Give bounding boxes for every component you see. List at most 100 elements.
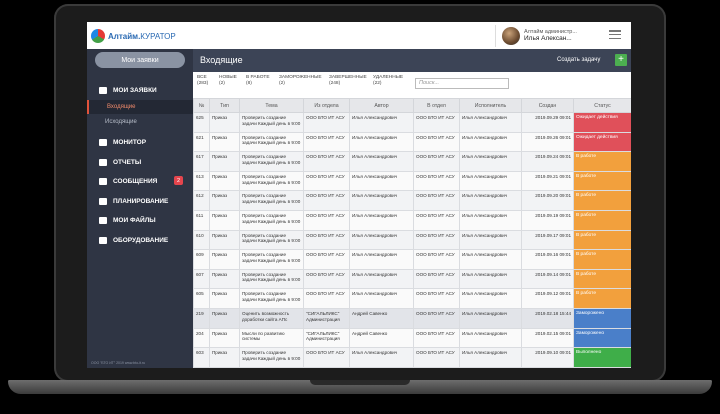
menu-icon[interactable] [609, 30, 621, 39]
table-row[interactable]: 601ПриказПроверить создание задачи Кажды… [193, 366, 631, 368]
cell-author: Илья Александрович [349, 268, 414, 290]
sidebar-item-label: СООБЩЕНИЯ [113, 177, 158, 185]
cell-topic: Проверить создание задачи Каждый день в … [239, 190, 304, 211]
table-row[interactable]: 605 Приказ Проверить создание задачи Кажды… [193, 288, 631, 309]
cell-status: В работе [573, 288, 631, 309]
cell-date: 2019.02.15 09:01 [521, 327, 574, 349]
app-logo[interactable]: Алтайм.КУРАТОР [91, 28, 176, 44]
cell-n: 625 [193, 112, 210, 133]
gear-icon [99, 236, 107, 244]
filter-bar: ВСЕ (283) НОВЫЕ (2) В РАБОТЕ (8) ЗАМОРОЖЕННЫЕ(… [193, 72, 631, 98]
envelope-icon [99, 177, 107, 185]
table-row[interactable]: 625 Приказ Проверить создание задачи Кажды… [193, 112, 631, 133]
cell-status: Ожидает действия [573, 112, 631, 133]
cell-t: Приказ [209, 268, 240, 290]
cell-author: Илья Александрович [349, 131, 414, 153]
cell-topic: Проверить создание задачи Каждый день в … [239, 151, 304, 172]
table-row[interactable]: 609 Приказ Проверить создание задачи Кажды… [193, 249, 631, 270]
table-row[interactable]: 613 Приказ Проверить создание задачи Кажды… [193, 170, 631, 192]
cell-status: В работе [573, 170, 631, 192]
filter-tab[interactable]: УДАЛЕННЫЕ (22) [373, 75, 403, 88]
cell-topic: Проверить создание задачи Каждый день в … [239, 249, 304, 270]
cell-n: 611 [193, 209, 210, 231]
requests-table: № Тип Тема Из отдела Автор В отдел Исполнитель… [193, 98, 631, 368]
column-header[interactable]: Создан [521, 98, 574, 113]
my-requests-button[interactable]: Мои заявки [95, 52, 185, 68]
sidebar-item[interactable]: ОТЧЕТЫ [87, 155, 193, 169]
cell-to: ООО БТО ИТ АСУ [413, 229, 460, 251]
cell-to: ООО БТО ИТ АСУ [413, 131, 460, 153]
cell-topic: Проверить создание задачи Каждый день в … [239, 347, 304, 368]
sidebar-item[interactable]: ПЛАНИРОВАНИЕ [87, 194, 193, 208]
table-row[interactable]: 610 Приказ Проверить создание задачи Кажды… [193, 229, 631, 251]
column-header[interactable]: Из отдела [303, 98, 350, 113]
cell-status: В работе [573, 190, 631, 211]
user-menu[interactable]: Алтайм администр... Илья Алексан... [495, 25, 577, 47]
sidebar-item[interactable]: Исходящие [87, 115, 193, 129]
create-task-label[interactable]: Создать задачу [557, 57, 600, 63]
avatar[interactable] [502, 27, 520, 45]
cell-author: Илья Александрович [349, 288, 414, 309]
column-header[interactable]: Тема [239, 98, 304, 113]
create-task-button[interactable]: + [615, 54, 627, 66]
cell-date: 2019.09.16 09:01 [521, 249, 574, 270]
cell-date: 2019.09.21 09:01 [521, 170, 574, 192]
cell-to: ООО БТО ИТ АСУ [413, 347, 460, 368]
cell-from: ООО БТО ИТ АСУ [303, 170, 350, 192]
table-row[interactable]: 611 Приказ Проверить создание задачи Кажды… [193, 209, 631, 231]
table-row[interactable]: 617 Приказ Проверить создание задачи Кажды… [193, 151, 631, 172]
table-row[interactable]: 204 Приказ Мысли по развитию системы "СИГАЛ… [193, 327, 631, 349]
filter-tab-count: (283) [197, 81, 209, 87]
table-row[interactable]: 621 Приказ Проверить создание задачи Кажды… [193, 131, 631, 153]
cell-n: 617 [193, 151, 210, 172]
table-row[interactable]: 612 Приказ Проверить создание задачи Кажды… [193, 190, 631, 211]
table-row[interactable]: 219 Приказ Оценить возможность доработки с… [193, 307, 631, 329]
cell-t: Приказ [209, 151, 240, 172]
cell-to: ООО БТО ИТ АСУ [413, 268, 460, 290]
laptop-notch [310, 380, 410, 385]
footer-note: ООО "БТО ИТ" 2019 www.bto-it.ru [91, 361, 146, 365]
filter-tab[interactable]: НОВЫЕ (2) [219, 75, 237, 88]
cell-t: Приказ [209, 249, 240, 270]
cell-t: Приказ [209, 288, 240, 309]
filter-tab[interactable]: ЗАМОРОЖЕННЫЕ (2) [279, 75, 322, 88]
sidebar-item[interactable]: ОБОРУДОВАНИЕ [87, 233, 193, 247]
calendar-icon [99, 197, 107, 205]
sidebar-item[interactable]: МОИ ЗАЯВКИ [87, 83, 193, 97]
cell-date: 2019.09.12 09:01 [521, 288, 574, 309]
cell-t: Приказ [209, 307, 240, 329]
cell-to: ООО БТО ИТ АСУ [413, 190, 460, 211]
table-row[interactable]: 607 Приказ Проверить создание задачи Кажды… [193, 268, 631, 290]
top-bar: Алтайм.КУРАТОР Алтайм администр... Илья … [87, 22, 631, 50]
cell-from: "СИГАЛЬЛИКС" Администрация [303, 327, 350, 349]
cell-exec: Илья Александрович [459, 307, 522, 329]
cell-t: Приказ [209, 229, 240, 251]
sidebar-item[interactable]: МОНИТОР [87, 135, 193, 149]
sidebar-item[interactable]: Входящие [87, 100, 195, 114]
cell-author: Илья Александрович [349, 366, 414, 368]
filter-tab[interactable]: В РАБОТЕ (8) [246, 75, 270, 88]
search-input[interactable]: Поиск... [415, 78, 509, 89]
cell-from: "СИГАЛЬЛИКС" Администрация [303, 307, 350, 329]
cell-status: Выполнено [573, 347, 631, 368]
table-row[interactable]: 603 Приказ Проверить создание задачи Кажды… [193, 347, 631, 368]
cell-from: ООО БТО ИТ АСУ [303, 288, 350, 309]
sidebar-item-label: МОНИТОР [113, 138, 147, 146]
column-header[interactable]: В отдел [413, 98, 460, 113]
column-header[interactable]: № [193, 98, 210, 113]
column-header[interactable]: Статус [573, 98, 631, 113]
cell-exec: Илья Александрович [459, 190, 522, 211]
sidebar-item[interactable]: МОИ ФАЙЛЫ [87, 213, 193, 227]
cell-date: 2019.09.24 09:01 [521, 151, 574, 172]
sidebar-item-label: ОБОРУДОВАНИЕ [113, 236, 169, 244]
column-header[interactable]: Автор [349, 98, 414, 113]
cell-from: ООО БТО ИТ АСУ [303, 249, 350, 270]
sidebar-item-label: Исходящие [105, 119, 137, 125]
cell-n: 607 [193, 268, 210, 290]
cell-topic: Проверить создание задачи Каждый день в … [239, 112, 304, 133]
column-header[interactable]: Тип [209, 98, 240, 113]
filter-tab[interactable]: ЗАВЕРШЕННЫЕ (248) [329, 75, 367, 88]
column-header[interactable]: Исполнитель [459, 98, 522, 113]
filter-tab[interactable]: ВСЕ (283) [197, 75, 208, 88]
cell-date: 2019.09.10 09:01 [521, 347, 574, 368]
